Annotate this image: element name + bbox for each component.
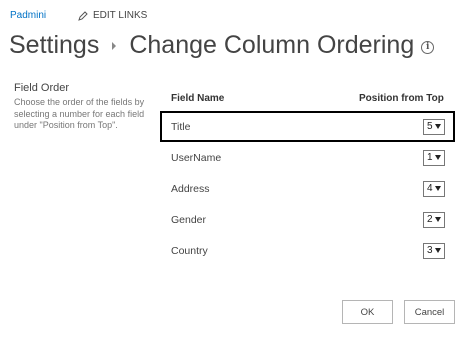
field-row-country: Country 3 bbox=[160, 240, 455, 262]
field-row-username: UserName 1 bbox=[160, 147, 455, 169]
field-name: Country bbox=[171, 245, 208, 257]
position-select[interactable]: 5 bbox=[423, 119, 445, 135]
position-select[interactable]: 4 bbox=[423, 181, 445, 197]
field-name: Address bbox=[171, 183, 210, 195]
edit-links-button[interactable]: EDIT LINKS bbox=[78, 10, 147, 21]
edit-links-label: EDIT LINKS bbox=[93, 10, 148, 21]
breadcrumb-arrow-icon bbox=[112, 42, 117, 50]
site-name-link[interactable]: Padmini bbox=[10, 10, 46, 21]
position-select[interactable]: 1 bbox=[423, 150, 445, 166]
breadcrumb-settings-link[interactable]: Settings bbox=[9, 31, 99, 60]
field-row-address: Address 4 bbox=[160, 178, 455, 200]
page-title: Change Column Ordering bbox=[129, 30, 415, 59]
field-row-title: Title 5 bbox=[160, 116, 455, 138]
ok-button[interactable]: OK bbox=[342, 300, 393, 324]
field-name: Gender bbox=[171, 214, 207, 226]
column-header-field-name: Field Name bbox=[171, 93, 225, 104]
dropdown-arrow-icon bbox=[435, 155, 441, 160]
field-name: UserName bbox=[171, 152, 222, 164]
position-select[interactable]: 2 bbox=[423, 212, 445, 228]
position-select[interactable]: 3 bbox=[423, 243, 445, 259]
field-name: Title bbox=[171, 121, 191, 133]
pencil-icon bbox=[78, 10, 88, 21]
position-value: 2 bbox=[427, 214, 433, 225]
dropdown-arrow-icon bbox=[435, 217, 441, 222]
section-description: Choose the order of the fields by select… bbox=[14, 97, 145, 130]
dropdown-arrow-icon bbox=[435, 124, 441, 129]
field-row-gender: Gender 2 bbox=[160, 209, 455, 231]
position-value: 5 bbox=[427, 121, 433, 132]
info-icon[interactable]: i bbox=[421, 41, 435, 54]
column-header-position: Position from Top bbox=[359, 93, 444, 104]
page-title-row: Settings Change Column Ordering i bbox=[9, 28, 435, 62]
position-value: 3 bbox=[427, 245, 433, 256]
cancel-button[interactable]: Cancel bbox=[404, 300, 455, 324]
dropdown-arrow-icon bbox=[435, 248, 441, 253]
position-value: 1 bbox=[427, 152, 433, 163]
position-value: 4 bbox=[427, 183, 433, 194]
section-title: Field Order bbox=[14, 82, 70, 94]
dropdown-arrow-icon bbox=[435, 186, 441, 191]
